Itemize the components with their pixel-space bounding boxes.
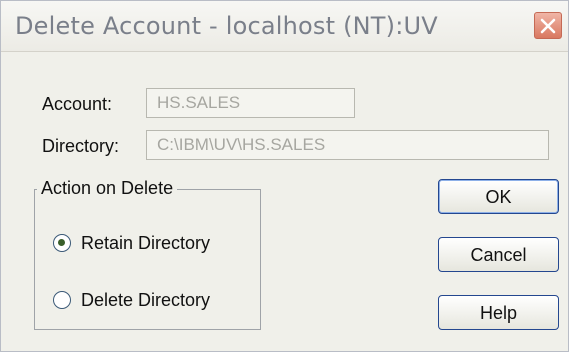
- directory-label: Directory:: [42, 136, 120, 156]
- close-button[interactable]: [534, 12, 562, 39]
- dialog-window: Delete Account - localhost (NT):UV Accou…: [0, 0, 569, 352]
- help-button[interactable]: Help: [438, 295, 559, 330]
- close-icon: [540, 18, 556, 34]
- radio-retain-directory[interactable]: Retain Directory: [53, 230, 210, 256]
- directory-field: C:\IBM\UV\HS.SALES: [146, 130, 549, 160]
- cancel-button[interactable]: Cancel: [438, 237, 559, 272]
- title-bar[interactable]: Delete Account - localhost (NT):UV: [1, 1, 568, 52]
- account-label: Account:: [42, 94, 113, 114]
- action-on-delete-legend: Action on Delete: [37, 178, 178, 199]
- ok-button[interactable]: OK: [438, 179, 559, 214]
- delete-directory-label[interactable]: Delete Directory: [81, 290, 210, 311]
- radio-button-unchecked[interactable]: [53, 291, 71, 309]
- account-field: HS.SALES: [146, 88, 355, 118]
- radio-delete-directory[interactable]: Delete Directory: [53, 287, 210, 313]
- window-title: Delete Account - localhost (NT):UV: [15, 12, 438, 40]
- retain-directory-label[interactable]: Retain Directory: [81, 233, 210, 254]
- radio-button-checked[interactable]: [53, 234, 71, 252]
